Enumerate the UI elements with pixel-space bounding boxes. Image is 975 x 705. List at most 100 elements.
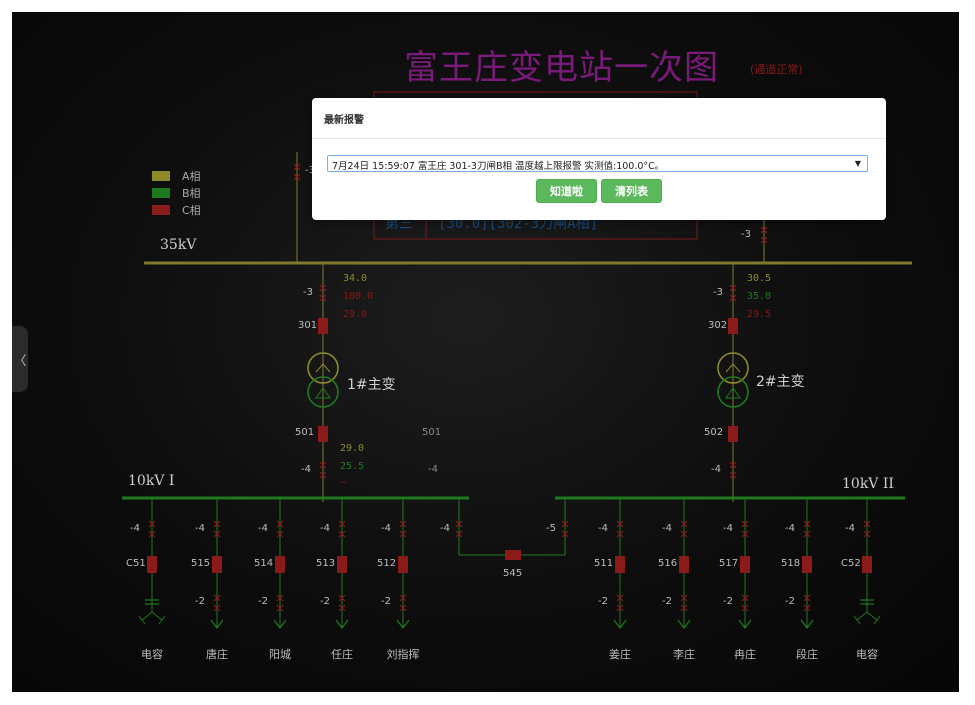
feeder-breaker[interactable] bbox=[615, 556, 625, 573]
clear-list-button[interactable]: 清列表 bbox=[601, 179, 662, 203]
feeder-name: 阳城 bbox=[269, 648, 291, 661]
legend-swatch-a bbox=[152, 171, 170, 181]
t1-lv-reading-b: 25.5 bbox=[340, 461, 365, 472]
feeder-breaker-label: 514 bbox=[254, 558, 274, 569]
acknowledge-button[interactable]: 知道啦 bbox=[536, 179, 597, 203]
feeder-top-switch-label: -4 bbox=[130, 523, 140, 534]
alarm-selected-text: 7月24日 15:59:07 富王庄 301-3刀闸B相 温度越上限报警 实测值… bbox=[332, 161, 665, 172]
feeder-name: 电容 bbox=[141, 648, 163, 661]
sidebar-toggle-chevron-icon[interactable]: 〈 bbox=[12, 326, 28, 392]
legend-item-a: A相 bbox=[152, 167, 201, 185]
feeder-name: 段庄 bbox=[796, 648, 818, 661]
t2-lv-switch-label: -4 bbox=[711, 464, 721, 475]
bus-tie-left-switch-label: -4 bbox=[440, 523, 450, 534]
feeder-name: 李庄 bbox=[673, 648, 695, 661]
feeder-bottom-switch-label: -2 bbox=[320, 596, 330, 607]
dropdown-caret-icon: ▼ bbox=[854, 159, 861, 168]
t2-hv-reading-c: 29.5 bbox=[747, 309, 772, 320]
t1-hv-breaker[interactable] bbox=[318, 318, 328, 334]
t1-lv-switch-label: -4 bbox=[301, 464, 311, 475]
feeder-breaker-label: 518 bbox=[781, 558, 801, 569]
t1-hv-switch-label: -3 bbox=[303, 287, 313, 298]
bus-10kv-i-label: 10kV I bbox=[128, 473, 175, 489]
feeder-breaker-label: 516 bbox=[658, 558, 678, 569]
feeder-breaker[interactable] bbox=[147, 556, 157, 573]
alarm-dialog-title: 最新报警 bbox=[324, 115, 364, 126]
feeder-top-switch-label: -4 bbox=[381, 523, 391, 534]
feeder-bottom-switch-label: -2 bbox=[381, 596, 391, 607]
legend-item-c: C相 bbox=[152, 201, 201, 219]
feeder-top-switch-label: -4 bbox=[662, 523, 672, 534]
bus-tie-breaker[interactable] bbox=[505, 550, 521, 560]
legend-swatch-b bbox=[152, 188, 170, 198]
ground-icon bbox=[138, 611, 166, 625]
t2-lv-breaker-label: 502 bbox=[704, 427, 724, 438]
feeder-breaker[interactable] bbox=[337, 556, 347, 573]
feeder-bottom-switch-label: -2 bbox=[785, 596, 795, 607]
channel-status: (通道正常) bbox=[750, 63, 803, 76]
alarm-dialog-divider bbox=[312, 138, 886, 139]
ghost-minus4-label: -4 bbox=[428, 464, 438, 475]
t1-lv-breaker[interactable] bbox=[318, 426, 328, 442]
t2-hv-reading-b: 35.0 bbox=[747, 291, 772, 302]
feeder-name: 唐庄 bbox=[206, 648, 228, 661]
feeder-breaker[interactable] bbox=[275, 556, 285, 573]
feeder-breaker[interactable] bbox=[740, 556, 750, 573]
legend-swatch-c bbox=[152, 205, 170, 215]
feeder-name: 电容 bbox=[856, 648, 878, 661]
feeder-name: 刘指挥 bbox=[386, 648, 420, 661]
feeder-breaker-label: C51 bbox=[126, 558, 146, 569]
feeder-bottom-switch-label: -2 bbox=[662, 596, 672, 607]
feeder-name: 姜庄 bbox=[609, 648, 631, 661]
feeder-bottom-switch-label: -2 bbox=[195, 596, 205, 607]
alarm-dialog: 最新报警 7月24日 15:59:07 富王庄 301-3刀闸B相 温度越上限报… bbox=[312, 98, 886, 220]
feeder-top-switch-label: -4 bbox=[598, 523, 608, 534]
feeder-breaker[interactable] bbox=[212, 556, 222, 573]
legend-label-a: A相 bbox=[182, 170, 201, 183]
t2-hv-reading-a: 30.5 bbox=[747, 273, 772, 284]
t1-hv-reading-a: 34.0 bbox=[343, 273, 368, 284]
t2-hv-breaker-label: 302 bbox=[708, 320, 728, 331]
feeder-bottom-switch-label: -2 bbox=[258, 596, 268, 607]
feeder-bottom-switch-label: -2 bbox=[598, 596, 608, 607]
feeder-top-switch-label: -4 bbox=[723, 523, 733, 534]
bus-tie-breaker-label: 545 bbox=[503, 568, 523, 579]
legend-label-b: B相 bbox=[182, 187, 201, 200]
page-title: 富王庄变电站一次图 bbox=[404, 48, 719, 88]
t1-name: 1#主变 bbox=[347, 377, 396, 393]
phase-legend: A相 B相 C相 bbox=[152, 167, 201, 219]
feeder-breaker-label: 512 bbox=[377, 558, 397, 569]
t1-hv-reading-c: 29.0 bbox=[343, 309, 368, 320]
t1-lv-reading-c: — bbox=[340, 477, 347, 488]
legend-item-b: B相 bbox=[152, 184, 201, 202]
t2-hv-switch-label: -3 bbox=[713, 287, 723, 298]
t1-hv-breaker-label: 301 bbox=[298, 320, 318, 331]
feeder-top-switch-label: -4 bbox=[845, 523, 855, 534]
feeder-breaker-label: 511 bbox=[594, 558, 614, 569]
feeder-bays bbox=[138, 498, 881, 629]
bus-10kv-ii-label: 10kV II bbox=[842, 476, 894, 492]
t1-lv-reading-a: 29.0 bbox=[340, 443, 365, 454]
feeder-breaker-label: 515 bbox=[191, 558, 211, 569]
feeder-bottom-switch-label: -2 bbox=[723, 596, 733, 607]
legend-label-c: C相 bbox=[182, 204, 201, 217]
feeder-name: 冉庄 bbox=[734, 648, 756, 661]
feeder-breaker-label: 517 bbox=[719, 558, 739, 569]
alarm-list-select[interactable]: 7月24日 15:59:07 富王庄 301-3刀闸B相 温度越上限报警 实测值… bbox=[327, 155, 868, 172]
feeder-top-switch-label: -4 bbox=[195, 523, 205, 534]
feeder-breaker[interactable] bbox=[802, 556, 812, 573]
ground-icon bbox=[853, 611, 881, 625]
t2-lv-breaker[interactable] bbox=[728, 426, 738, 442]
feeder-breaker[interactable] bbox=[679, 556, 689, 573]
t1-lv-breaker-label: 501 bbox=[295, 427, 315, 438]
feeder-name: 任庄 bbox=[331, 648, 353, 661]
feeder-breaker[interactable] bbox=[862, 556, 872, 573]
feeder-breaker[interactable] bbox=[398, 556, 408, 573]
feeder-top-switch-label: -4 bbox=[258, 523, 268, 534]
t2-hv-breaker[interactable] bbox=[728, 318, 738, 334]
feeder-breaker-label: C52 bbox=[841, 558, 861, 569]
feeder-top-switch-label: -4 bbox=[785, 523, 795, 534]
t2-name: 2#主变 bbox=[756, 374, 805, 390]
bus-35kv-label: 35kV bbox=[160, 237, 197, 253]
ghost-501-label: 501 bbox=[422, 427, 442, 438]
